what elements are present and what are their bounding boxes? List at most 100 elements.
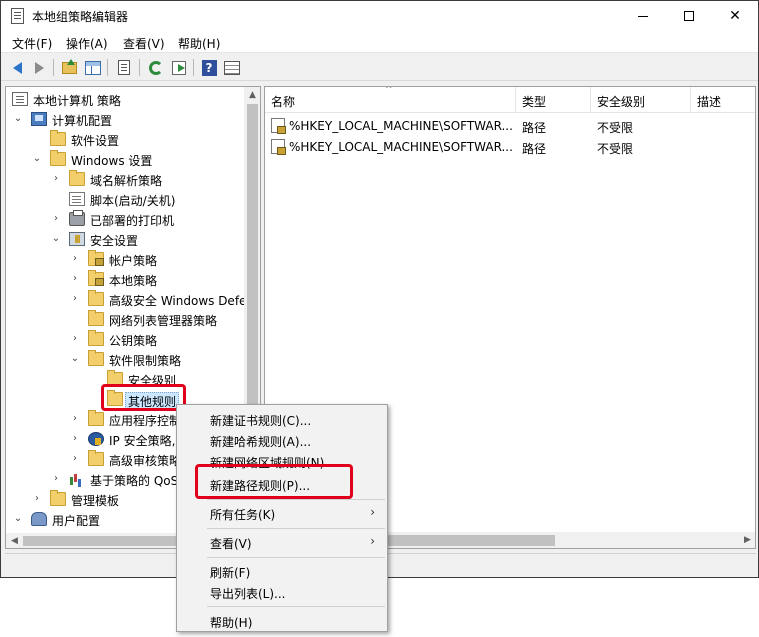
- refresh-button[interactable]: [146, 58, 166, 77]
- minimize-button[interactable]: [620, 1, 666, 31]
- chevron-right-icon[interactable]: ›: [51, 473, 61, 485]
- up-one-level-button[interactable]: [59, 58, 79, 77]
- toolbar-separator: [139, 59, 140, 76]
- chevron-right-icon[interactable]: ›: [70, 273, 80, 285]
- scroll-up-arrow-icon[interactable]: ▲: [244, 87, 260, 104]
- chevron-right-icon[interactable]: ›: [32, 493, 42, 505]
- tree-label: 用户配置: [52, 514, 101, 528]
- menu-separator: [207, 606, 385, 607]
- chevron-down-icon[interactable]: ⌄: [70, 353, 80, 365]
- tree-node-windows-settings[interactable]: ⌄ Windows 设置: [6, 149, 246, 169]
- forward-button[interactable]: [29, 58, 49, 77]
- back-button[interactable]: [7, 58, 27, 77]
- show-hide-action-pane-button[interactable]: [222, 58, 242, 77]
- folder-icon: [50, 150, 66, 166]
- menu-view[interactable]: 查看(V) ›: [179, 531, 385, 553]
- menu-action[interactable]: 操作(A): [66, 35, 108, 52]
- properties-icon: [118, 60, 130, 75]
- table-row[interactable]: %HKEY_LOCAL_MACHINE\SOFTWAR... 路径 不受限: [265, 115, 755, 136]
- menu-item-label: 所有任务(K): [210, 508, 276, 522]
- toolbar-separator: [107, 59, 108, 76]
- export-list-button[interactable]: [169, 58, 189, 77]
- chevron-right-icon[interactable]: ›: [70, 333, 80, 345]
- toolbar-separator: [53, 59, 54, 76]
- tree-node-local-policies[interactable]: › 本地策略: [6, 269, 246, 289]
- tree-label: 公钥策略: [109, 334, 158, 348]
- chevron-right-icon[interactable]: ›: [70, 453, 80, 465]
- chevron-right-icon[interactable]: ›: [70, 253, 80, 265]
- chevron-right-icon[interactable]: ›: [70, 413, 80, 425]
- show-hide-tree-button[interactable]: [83, 58, 103, 77]
- scroll-left-arrow-icon[interactable]: ◀: [6, 533, 23, 548]
- locked-folder-icon: [88, 250, 104, 266]
- scroll-right-arrow-icon[interactable]: ▶: [739, 532, 755, 548]
- back-arrow-icon: [12, 61, 22, 74]
- tree-node-computer-config[interactable]: ⌄ 计算机配置: [6, 109, 246, 129]
- tree-node-network-list[interactable]: 网络列表管理器策略: [6, 309, 246, 329]
- tree-node-security-levels[interactable]: 安全级别: [6, 369, 246, 389]
- chevron-down-icon[interactable]: ⌄: [13, 113, 23, 125]
- locked-folder-icon: [88, 270, 104, 286]
- tree-node-security-settings[interactable]: ⌄ 安全设置: [6, 229, 246, 249]
- folder-icon: [50, 490, 66, 506]
- menu-help[interactable]: 帮助(H): [179, 610, 385, 632]
- folder-icon: [50, 130, 66, 146]
- column-header-security-level[interactable]: 安全级别: [591, 87, 691, 112]
- menu-item-label: 帮助(H): [210, 616, 253, 630]
- tree-node-software-restriction[interactable]: ⌄ 软件限制策略: [6, 349, 246, 369]
- menu-new-network-zone-rule[interactable]: 新建网络区域规则(N)...: [179, 450, 385, 472]
- table-row[interactable]: %HKEY_LOCAL_MACHINE\SOFTWAR... 路径 不受限: [265, 136, 755, 157]
- help-icon: ?: [201, 59, 217, 76]
- tree-node-scripts[interactable]: 脚本(启动/关机): [6, 189, 246, 209]
- menu-view[interactable]: 查看(V): [123, 35, 165, 52]
- menu-new-hash-rule[interactable]: 新建哈希规则(A)...: [179, 429, 385, 451]
- column-header-name[interactable]: 名称 ^: [265, 87, 516, 112]
- tree-label: 域名解析策略: [90, 174, 163, 188]
- menu-help[interactable]: 帮助(H): [178, 35, 220, 52]
- users-icon: [31, 512, 47, 526]
- chevron-right-icon[interactable]: ›: [51, 173, 61, 185]
- scrollbar-thumb[interactable]: [385, 535, 555, 546]
- folder-up-icon: [61, 58, 77, 74]
- cell-name: %HKEY_LOCAL_MACHINE\SOFTWAR...: [289, 140, 513, 154]
- minimize-icon: [638, 15, 648, 17]
- menu-item-label: 查看(V): [210, 537, 252, 551]
- properties-button[interactable]: [114, 58, 134, 77]
- column-header-description[interactable]: 描述: [691, 87, 755, 112]
- tree-label: 脚本(启动/关机): [90, 194, 176, 208]
- menu-separator: [207, 499, 385, 500]
- menu-refresh[interactable]: 刷新(F): [179, 560, 385, 582]
- menu-file[interactable]: 文件(F): [12, 35, 52, 52]
- menu-all-tasks[interactable]: 所有任务(K) ›: [179, 502, 385, 524]
- folder-icon: [88, 290, 104, 306]
- scrollbar-thumb[interactable]: [247, 104, 258, 404]
- column-header-type[interactable]: 类型: [516, 87, 591, 112]
- tree-node-software-settings[interactable]: 软件设置: [6, 129, 246, 149]
- menu-item-label: 新建哈希规则(A)...: [210, 435, 312, 449]
- chevron-down-icon[interactable]: ⌄: [51, 233, 61, 245]
- menu-item-label: 导出列表(L)...: [210, 587, 286, 601]
- tree-node-dns-policy[interactable]: › 域名解析策略: [6, 169, 246, 189]
- chevron-down-icon[interactable]: ⌄: [13, 513, 23, 525]
- gpedit-app-icon: [11, 8, 24, 24]
- maximize-button[interactable]: [666, 1, 712, 31]
- sort-ascending-icon: ^: [385, 86, 393, 95]
- help-button[interactable]: ?: [199, 58, 219, 77]
- menu-new-path-rule[interactable]: 新建路径规则(P)...: [179, 473, 385, 495]
- chevron-down-icon[interactable]: ⌄: [32, 153, 42, 165]
- tree-node-windows-firewall[interactable]: › 高级安全 Windows Defe: [6, 289, 246, 309]
- chevron-right-icon[interactable]: ›: [51, 213, 61, 225]
- menu-new-certificate-rule[interactable]: 新建证书规则(C)...: [179, 408, 385, 430]
- tree-node-root[interactable]: 本地计算机 策略: [6, 89, 246, 109]
- tree-node-printers[interactable]: › 已部署的打印机: [6, 209, 246, 229]
- menu-export-list[interactable]: 导出列表(L)...: [179, 581, 385, 603]
- tree-node-account-policies[interactable]: › 帐户策略: [6, 249, 246, 269]
- chevron-right-icon[interactable]: ›: [70, 293, 80, 305]
- console-tree-icon: [85, 60, 101, 75]
- close-button[interactable]: ✕: [712, 1, 758, 31]
- tree-node-public-key[interactable]: › 公钥策略: [6, 329, 246, 349]
- chevron-right-icon[interactable]: ›: [70, 433, 80, 445]
- tree-label: 软件限制策略: [109, 354, 182, 368]
- cell-security-level: 不受限: [597, 121, 634, 135]
- folder-icon: [88, 350, 104, 366]
